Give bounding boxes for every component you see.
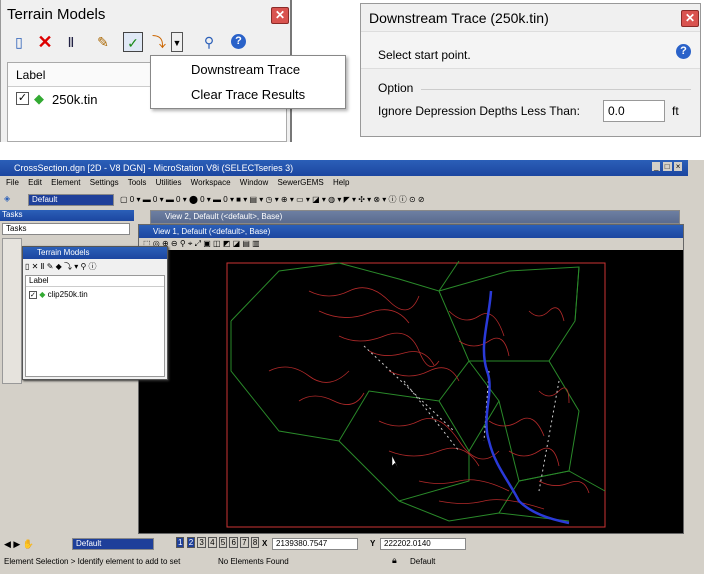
status-prompt: Element Selection > Identify element to … [4,557,181,566]
view-button-4[interactable]: 4 [208,537,217,548]
dialog-title: Downstream Trace (250k.tin) [369,10,549,26]
mini-terrain-models-panel: Terrain Models ▯ ✕ Ⅱ ✎ ◆ ⤵ ▾ ⚲ ⓘ Label ✓… [22,246,168,380]
x-coordinate[interactable]: 2139380.7547 [272,538,358,550]
maximize-icon[interactable]: □ [662,162,672,171]
mini-item-checkbox[interactable]: ✓ [29,291,37,299]
properties-icon[interactable]: ✎ [93,32,113,52]
tasks-title: Tasks [0,210,134,221]
menu-edit[interactable]: Edit [28,178,42,187]
mini-panel-title: Terrain Models [23,247,167,259]
rename-icon[interactable]: Ⅱ [61,32,81,52]
trace-context-menu: Downstream Trace Clear Trace Results [150,55,346,109]
menu-utilities[interactable]: Utilities [156,178,182,187]
trace-icon[interactable]: ⤵ [149,32,169,52]
cursor-icon [391,456,399,469]
menu-item-downstream-trace[interactable]: Downstream Trace [191,62,300,77]
lock-icon[interactable]: 🔒︎ [392,555,397,566]
menu-element[interactable]: Element [51,178,80,187]
unit-label: ft [672,104,679,118]
nav-icons[interactable]: ◀ ▶ ✋ [4,539,34,550]
task-icons-column [2,238,22,384]
drawing-canvas[interactable] [139,251,683,533]
x-label: X [262,539,268,548]
view1-title: View 1, Default (<default>, Base) [139,225,683,238]
depression-depth-input[interactable]: 0.0 [603,100,665,122]
depression-depth-label: Ignore Depression Depths Less Than: [378,104,580,118]
view2-title: View 2, Default (<default>, Base) [150,210,680,224]
delete-icon[interactable]: ✕ [35,32,55,52]
prompt-panel: Select start point. ? [361,31,700,69]
view-button-2[interactable]: 2 [186,537,196,548]
mini-item-label: clip250k.tin [47,290,88,299]
menu-item-clear-trace-results[interactable]: Clear Trace Results [191,87,305,102]
mini-list-item[interactable]: ✓ ◆ clip250k.tin [29,290,88,299]
terrain-icon: ◆ [39,290,46,299]
tasks-dropdown[interactable]: Tasks [2,223,130,235]
help-icon: ? [231,34,246,49]
status-level: Default [410,557,436,566]
menu-bar: File Edit Element Settings Tools Utiliti… [0,178,356,192]
catchment-boundaries [230,260,606,522]
terrain-analysis-icon[interactable]: ✓ [123,32,143,52]
view-toolbar: ⬚ ◎ ⊕ ⊖ ⚲ ⌖ ⤢ ▣ ◫ ◩ ◪ ▤ ▥ [139,238,683,250]
item-label: 250k.tin [52,92,98,107]
view-button-7[interactable]: 7 [240,537,249,548]
menu-tools[interactable]: Tools [128,178,147,187]
attributes-toolbar: ◈ Default ▢ 0 ▾ ▬ 0 ▾ ▬ 0 ▾ ⬤ 0 ▾ ▬ 0 ▾ … [0,192,688,208]
menu-help[interactable]: Help [333,178,349,187]
group-divider [421,89,691,90]
downstream-trace-dialog: Downstream Trace (250k.tin) ✕ Select sta… [360,3,701,137]
menu-workspace[interactable]: Workspace [191,178,231,187]
level-select[interactable]: Default [28,194,114,206]
option-group-label: Option [378,81,414,95]
window-controls[interactable]: _ □ × [652,162,683,171]
y-coordinate[interactable]: 222202.0140 [380,538,466,550]
view-button-6[interactable]: 6 [229,537,238,548]
mini-label-header: Label [26,276,164,287]
minimize-icon[interactable]: _ [652,162,661,171]
chevron-down-icon[interactable]: ▼ [171,32,183,52]
view-button-3[interactable]: 3 [197,537,206,548]
list-item[interactable]: ✓ ◆ 250k.tin [12,91,112,107]
contour-lines [268,287,590,510]
view-button-8[interactable]: 8 [250,537,260,548]
window-title: CrossSection.dgn [2D - V8 DGN] - MicroSt… [0,160,688,176]
zoom-icon[interactable]: ⚲ [199,32,219,52]
mini-toolbar: ▯ ✕ Ⅱ ✎ ◆ ⤵ ▾ ⚲ ⓘ [25,262,97,271]
view1-window: View 1, Default (<default>, Base) ⬚ ◎ ⊕ … [138,224,684,534]
downstream-trace-path [482,290,570,525]
item-checkbox[interactable]: ✓ [16,92,29,105]
close-icon[interactable]: × [673,162,683,171]
new-icon[interactable]: ▯ [9,32,29,52]
view-buttons: 1 2 3 4 5 6 7 8 [176,537,260,548]
status-area: ◀ ▶ ✋ Default 1 2 3 4 5 6 7 8 X 2139380.… [0,536,688,574]
dialog-title: Terrain Models [7,6,106,23]
status-message: No Elements Found [218,557,289,566]
menu-window[interactable]: Window [240,178,268,187]
microstation-window: CrossSection.dgn [2D - V8 DGN] - MicroSt… [0,160,704,574]
menu-sewergems[interactable]: SewerGEMS [277,178,323,187]
prompt-text: Select start point. [378,48,471,62]
close-button[interactable]: ✕ [271,7,289,24]
help-icon[interactable]: ? [676,44,691,59]
view-button-1[interactable]: 1 [176,537,185,548]
label-column-header: Label [16,68,46,82]
terrain-icon: ◆ [34,91,44,106]
y-label: Y [370,539,376,548]
close-button[interactable]: ✕ [681,10,699,27]
bottom-level-select[interactable]: Default [72,538,154,550]
help-button[interactable]: ? [229,32,249,52]
toolbar-icons: ▢ 0 ▾ ▬ 0 ▾ ▬ 0 ▾ ⬤ 0 ▾ ▬ 0 ▾ ■ ▾ ▤ ▾ ◷ … [120,195,425,204]
layer-icon: ◈ [4,194,11,203]
menu-file[interactable]: File [6,178,19,187]
view-button-5[interactable]: 5 [218,537,228,548]
mini-list: Label ✓ ◆ clip250k.tin [25,275,165,377]
menu-settings[interactable]: Settings [90,178,119,187]
